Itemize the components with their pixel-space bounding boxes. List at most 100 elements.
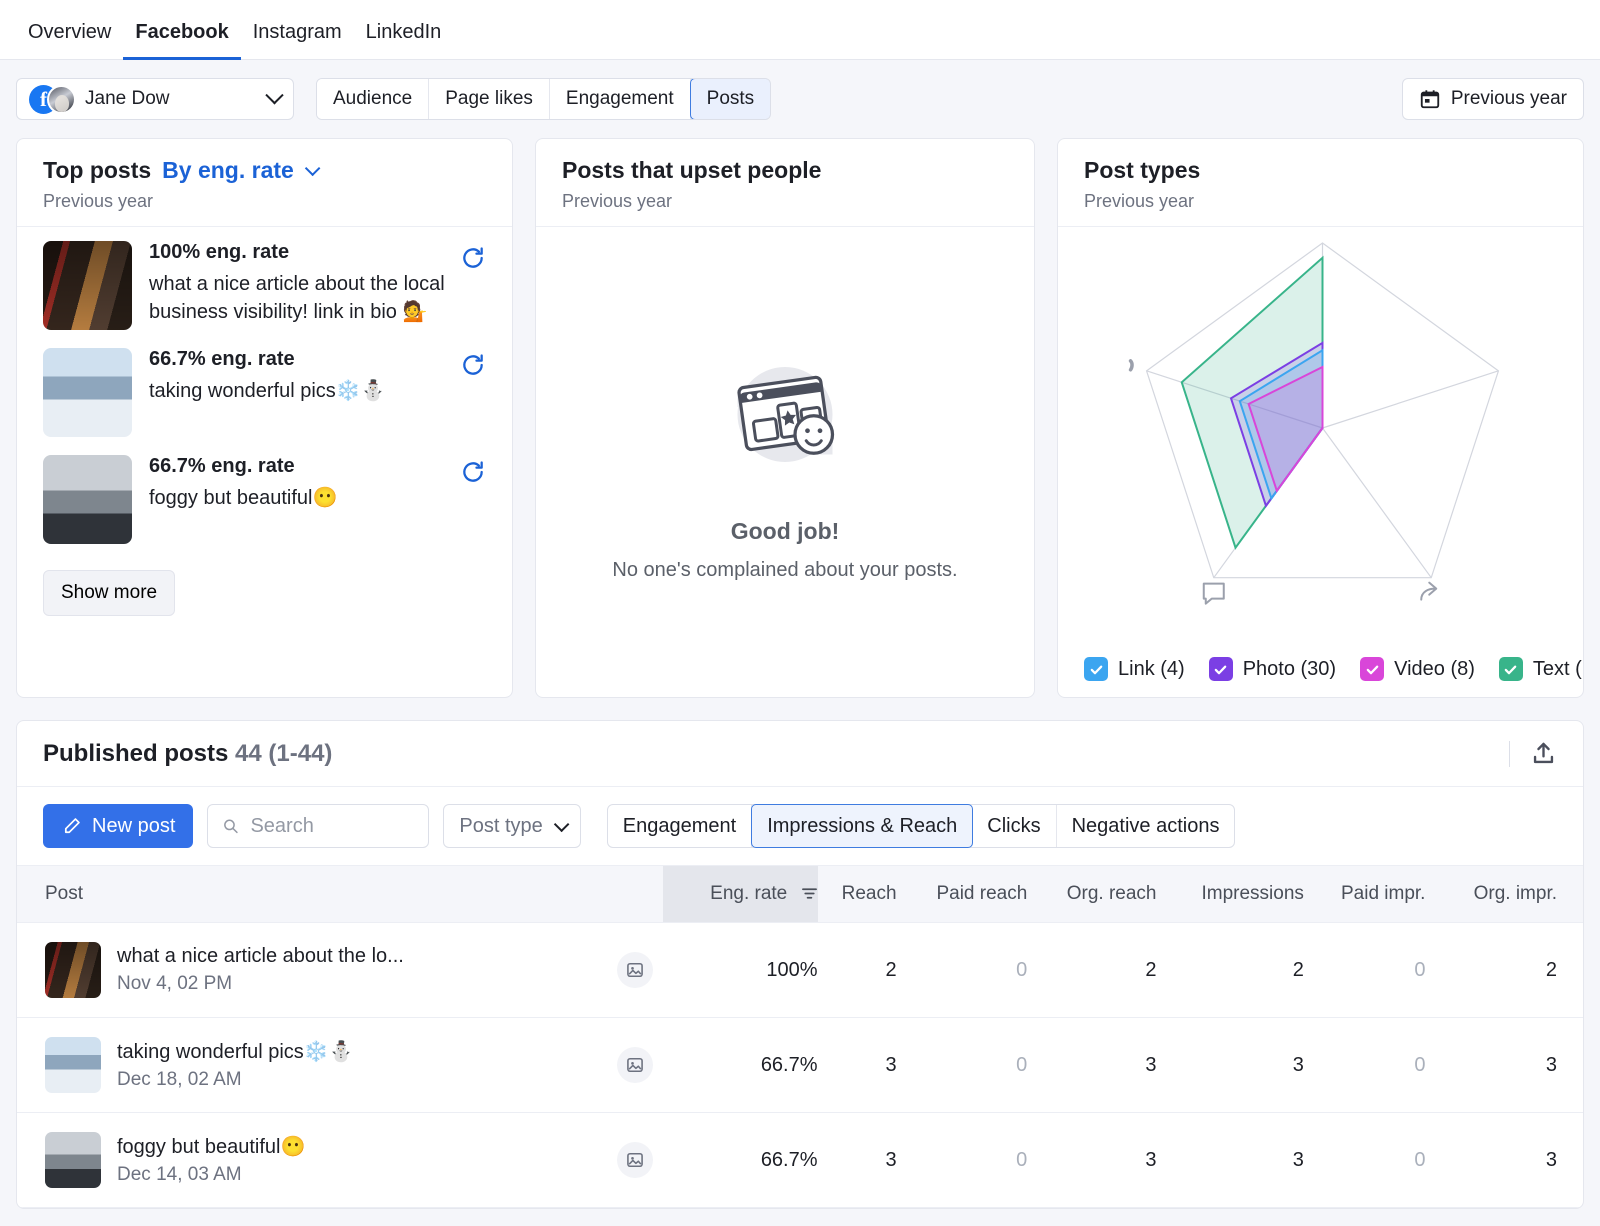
segment-audience[interactable]: Audience [317,79,429,119]
table-header: Post Eng. rate Reach Paid reach Org. rea… [17,866,1583,923]
post-thumbnail [43,348,132,437]
column-paid-reach[interactable]: Paid reach [897,866,1028,923]
post-text: foggy but beautiful😶 [149,484,452,512]
legend-label: Photo (30) [1243,658,1336,681]
list-item[interactable]: 66.7% eng. rate foggy but beautiful😶 [43,455,486,544]
post-type-label: Post type [459,815,542,838]
tab-impressions-reach[interactable]: Impressions & Reach [751,804,973,848]
cell-paid-impr: 0 [1304,1018,1426,1113]
upset-posts-header: Posts that upset people Previous year [536,139,1034,227]
segment-posts[interactable]: Posts [690,78,772,120]
column-eng-rate[interactable]: Eng. rate [663,866,818,923]
refresh-icon[interactable] [460,459,486,485]
top-posts-header: Top posts By eng. rate Previous year [17,139,512,227]
legend-item-photo[interactable]: Photo (30) [1209,657,1336,681]
checkbox-link[interactable] [1084,657,1108,681]
impression-icon [1131,361,1133,370]
cell-reach: 3 [818,1113,897,1208]
table-header-row: Post Eng. rate Reach Paid reach Org. rea… [17,866,1583,923]
cell-paid-impr: 0 [1304,923,1426,1018]
top-posts-subtitle: Previous year [43,191,486,212]
column-impressions[interactable]: Impressions [1156,866,1303,923]
date-range-label: Previous year [1451,88,1567,110]
chevron-down-icon[interactable] [305,161,321,177]
legend-label: Link (4) [1118,658,1185,681]
post-title: what a nice article about the lo... [117,945,601,968]
cell-impressions: 3 [1156,1018,1303,1113]
post-type-filter[interactable]: Post type [443,804,580,848]
divider [1509,741,1510,767]
top-posts-sort-label[interactable]: By eng. rate [162,157,294,184]
tab-overview[interactable]: Overview [16,21,123,60]
tab-linkedin[interactable]: LinkedIn [354,21,454,60]
cell-paid-reach: 0 [897,923,1028,1018]
segment-page-likes[interactable]: Page likes [429,79,550,119]
list-item[interactable]: 100% eng. rate what a nice article about… [43,241,486,330]
legend-item-text[interactable]: Text ( [1499,657,1582,681]
panel-header-actions [1509,740,1557,767]
column-post[interactable]: Post [17,866,663,923]
column-org-reach[interactable]: Org. reach [1027,866,1156,923]
cell-org-impr: 3 [1425,1113,1583,1208]
search-box[interactable] [207,804,429,848]
cell-eng-rate: 100% [663,923,818,1018]
pencil-icon [61,816,82,837]
legend-item-link[interactable]: Link (4) [1084,657,1185,681]
published-posts-header: Published posts 44 (1-44) [17,721,1583,787]
top-posts-list: 100% eng. rate what a nice article about… [17,227,512,562]
empty-state-illustration [710,342,860,492]
click-icon [1204,584,1224,604]
refresh-icon[interactable] [460,245,486,271]
section-segmented-control: Audience Page likes Engagement Posts [316,78,771,120]
new-post-button[interactable]: New post [43,804,193,848]
tab-clicks[interactable]: Clicks [972,805,1056,847]
post-eng-rate: 100% eng. rate [149,241,452,264]
table-body: what a nice article about the lo... Nov … [17,923,1583,1208]
account-name: Jane Dow [85,88,258,110]
cell-paid-reach: 0 [897,1113,1028,1208]
post-eng-rate: 66.7% eng. rate [149,348,452,371]
cell-org-impr: 3 [1425,1018,1583,1113]
empty-state: Good job! No one's complained about your… [536,227,1034,697]
radar-chart [1058,227,1583,657]
image-post-icon [617,1047,653,1083]
refresh-icon[interactable] [460,352,486,378]
cell-eng-rate: 66.7% [663,1018,818,1113]
post-thumbnail [43,241,132,330]
cell-paid-impr: 0 [1304,1113,1426,1208]
post-eng-rate: 66.7% eng. rate [149,455,452,478]
column-reach[interactable]: Reach [818,866,897,923]
column-eng-rate-label: Eng. rate [710,883,787,904]
cell-impressions: 3 [1156,1113,1303,1208]
cell-impressions: 2 [1156,923,1303,1018]
tab-negative-actions[interactable]: Negative actions [1057,805,1235,847]
checkbox-text[interactable] [1499,657,1523,681]
checkbox-photo[interactable] [1209,657,1233,681]
tab-facebook[interactable]: Facebook [123,21,240,60]
sort-descending-icon [801,886,818,901]
search-input[interactable] [250,815,414,838]
list-item[interactable]: 66.7% eng. rate taking wonderful pics❄️⛄ [43,348,486,437]
cell-paid-reach: 0 [897,1018,1028,1113]
chevron-down-icon [554,816,570,832]
post-text: taking wonderful pics❄️⛄ [149,377,452,405]
post-date: Dec 18, 02 AM [117,1069,601,1091]
segment-engagement[interactable]: Engagement [550,79,691,119]
radar-legend: Link (4) Photo (30) Video (8) Text ( [1058,657,1583,697]
column-org-impr[interactable]: Org. impr. [1425,866,1583,923]
legend-item-video[interactable]: Video (8) [1360,657,1475,681]
checkbox-video[interactable] [1360,657,1384,681]
account-selector[interactable]: f Jane Dow [16,78,294,120]
date-range-selector[interactable]: Previous year [1402,78,1584,120]
tab-engagement[interactable]: Engagement [608,805,752,847]
column-paid-impr[interactable]: Paid impr. [1304,866,1426,923]
show-more-button[interactable]: Show more [43,570,175,616]
export-icon[interactable] [1530,740,1557,767]
table-row[interactable]: what a nice article about the lo... Nov … [17,923,1583,1018]
tab-instagram[interactable]: Instagram [241,21,354,60]
table-row[interactable]: foggy but beautiful😶 Dec 14, 03 AM 66 [17,1113,1583,1208]
table-row[interactable]: taking wonderful pics❄️⛄ Dec 18, 02 AM [17,1018,1583,1113]
post-types-subtitle: Previous year [1084,191,1557,212]
cell-post: foggy but beautiful😶 Dec 14, 03 AM [17,1113,663,1208]
calendar-icon [1419,88,1441,110]
